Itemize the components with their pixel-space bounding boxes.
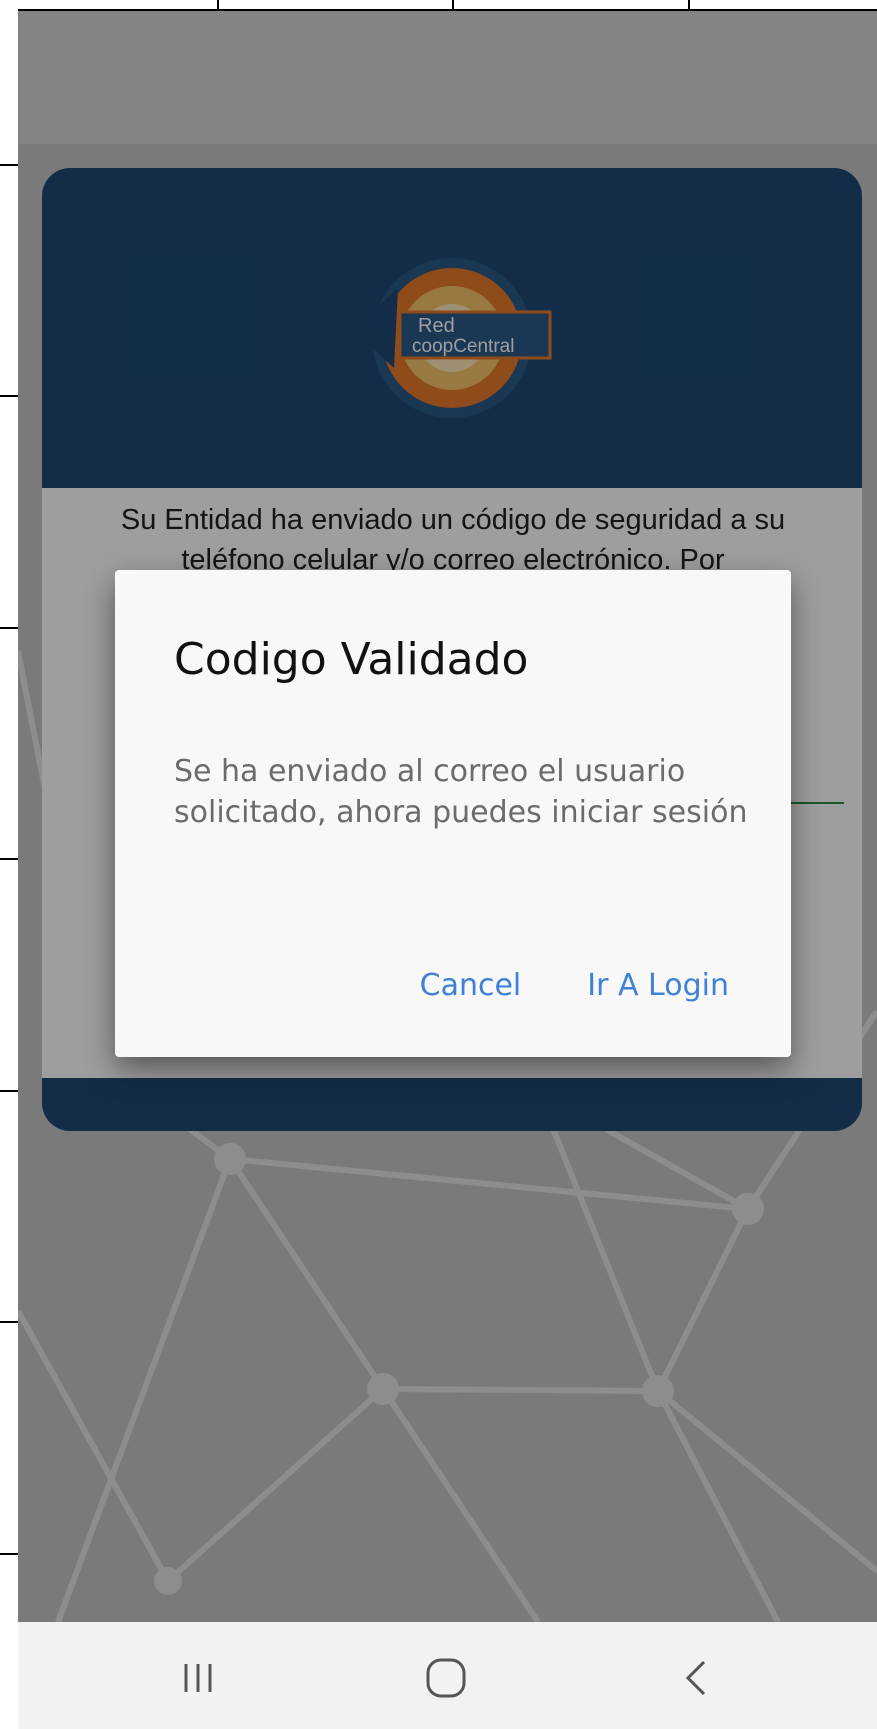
ruler-tick bbox=[0, 1090, 18, 1092]
ruler-tick bbox=[0, 164, 18, 166]
ruler-tick bbox=[0, 1321, 18, 1323]
ruler-tick bbox=[0, 627, 18, 629]
dialog-message: Se ha enviado al correo el usuario solic… bbox=[174, 754, 748, 830]
ruler-tick bbox=[452, 0, 454, 9]
code-validated-dialog: Codigo Validado Se ha enviado al correo … bbox=[115, 570, 791, 1057]
app-screen: Red coopCentral Su Entidad ha enviado un… bbox=[18, 11, 877, 1622]
system-navigation-bar bbox=[18, 1622, 877, 1729]
go-to-login-button[interactable]: Ir A Login bbox=[587, 968, 729, 1003]
recents-icon[interactable] bbox=[168, 1656, 228, 1700]
cancel-button[interactable]: Cancel bbox=[420, 968, 522, 1003]
back-icon[interactable] bbox=[668, 1656, 728, 1700]
dialog-actions: Cancel Ir A Login bbox=[420, 968, 729, 1003]
ruler-tick bbox=[0, 395, 18, 397]
left-ruler bbox=[0, 0, 18, 1622]
home-icon[interactable] bbox=[416, 1656, 476, 1700]
ruler-tick bbox=[0, 1553, 18, 1555]
ruler-tick bbox=[688, 0, 690, 9]
ruler-tick bbox=[0, 858, 18, 860]
top-ruler bbox=[18, 0, 877, 11]
dialog-title: Codigo Validado bbox=[174, 634, 529, 685]
ruler-tick bbox=[217, 0, 219, 9]
